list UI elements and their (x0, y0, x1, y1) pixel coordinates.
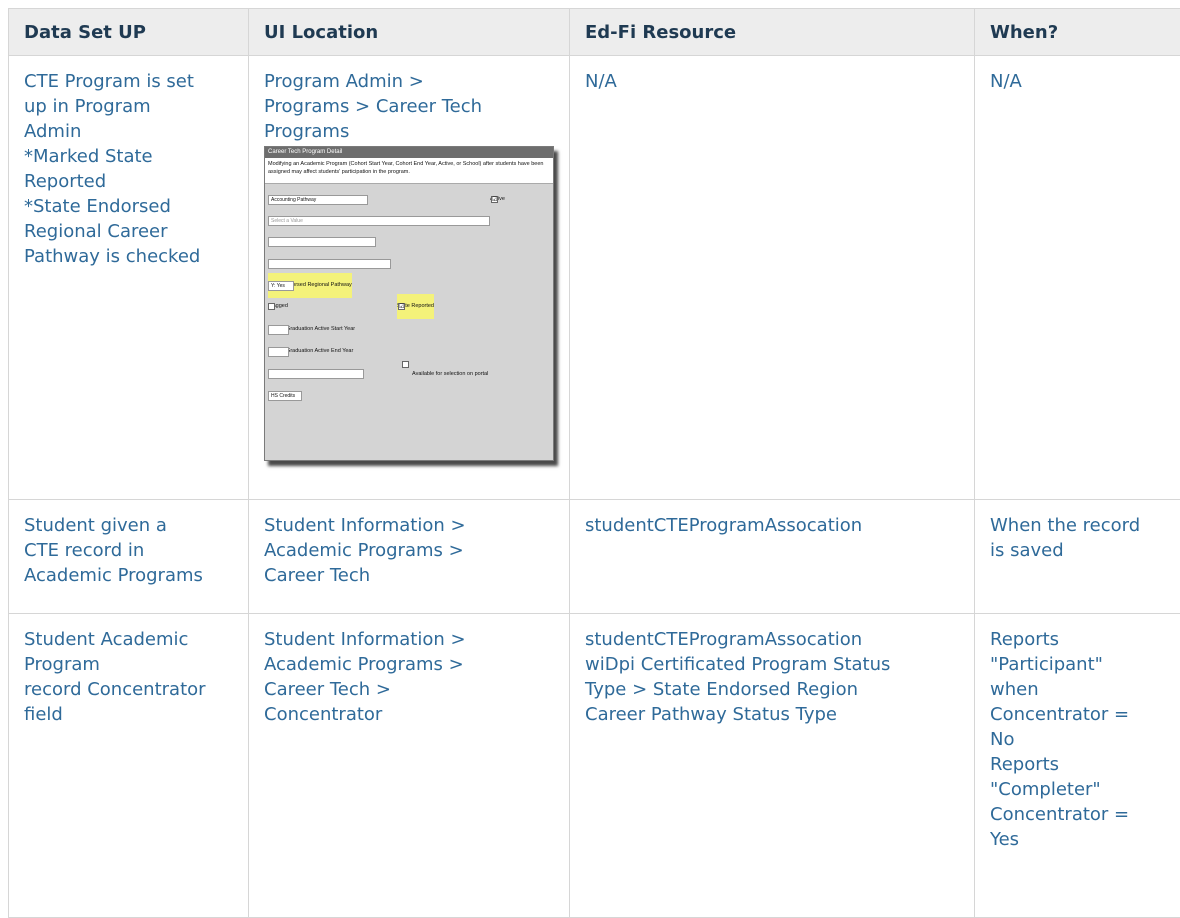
end-year-select[interactable] (268, 347, 289, 357)
active-checkbox[interactable]: ☑ (491, 196, 498, 203)
text-line: Type > State Endorsed Region (585, 677, 974, 702)
state-reported-checkbox[interactable]: ☑ (398, 303, 405, 310)
text-line: studentCTEProgramAssocation (585, 627, 974, 652)
cell-data-set-up: Student Academic Program record Concentr… (9, 614, 249, 918)
data-setup-table: Data Set UP UI Location Ed-Fi Resource W… (8, 8, 1180, 918)
text-line: Concentrator (264, 702, 569, 727)
text-line: Concentrator = (990, 702, 1180, 727)
text-line: N/A (990, 69, 1180, 94)
text-line: Admin (24, 119, 248, 144)
header-when: When? (975, 9, 1180, 56)
text-line: "Participant" (990, 652, 1180, 677)
text-line: Student Information > (264, 627, 569, 652)
text-line: when (990, 677, 1180, 702)
pathway-name-input[interactable]: Accounting Pathway (268, 195, 368, 205)
header-data-set-up: Data Set UP (9, 9, 249, 56)
text-line: Reported (24, 169, 248, 194)
cell-when: Reports "Participant" when Concentrator … (975, 614, 1180, 918)
text-line: Career Tech (264, 563, 569, 588)
cell-ui-location: Program Admin > Programs > Career Tech P… (249, 56, 570, 500)
cell-ui-location: Student Information > Academic Programs … (249, 500, 570, 614)
text-line: Academic Programs > (264, 652, 569, 677)
cell-when: When the record is saved (975, 500, 1180, 614)
state-code-select[interactable]: Select a Value (268, 216, 490, 226)
text-line: Student Information > (264, 513, 569, 538)
text-line: is saved (990, 538, 1180, 563)
text-line: wiDpi Certificated Program Status (585, 652, 974, 677)
cell-when: N/A (975, 56, 1180, 500)
text-line: Student given a (24, 513, 248, 538)
cell-data-set-up: Student given a CTE record in Academic P… (9, 500, 249, 614)
text-line: Pathway is checked (24, 244, 248, 269)
text-line: up in Program (24, 94, 248, 119)
text-line: Program Admin > (264, 69, 569, 94)
screenshot-title: Career Tech Program Detail (265, 147, 553, 158)
table-header-row: Data Set UP UI Location Ed-Fi Resource W… (9, 9, 1180, 56)
text-line: Program (24, 652, 248, 677)
text-line: *State Endorsed (24, 194, 248, 219)
text-line: "Completer" (990, 777, 1180, 802)
text-line: Yes (990, 827, 1180, 852)
text-line: CTE record in (24, 538, 248, 563)
cluster-select[interactable] (268, 237, 376, 247)
text-line: Career Pathway Status Type (585, 702, 974, 727)
header-edfi-resource: Ed-Fi Resource (570, 9, 975, 56)
text-line: field (24, 702, 248, 727)
cell-ui-location: Student Information > Academic Programs … (249, 614, 570, 918)
cell-edfi-resource: studentCTEProgramAssocation (570, 500, 975, 614)
text-line: Regional Career (24, 219, 248, 244)
flagged-checkbox[interactable] (268, 303, 275, 310)
table-row: Student Academic Program record Concentr… (9, 614, 1180, 918)
screenshot-note: Modifying an Academic Program (Cohort St… (265, 158, 553, 184)
portal-label: Available for selection on portal (412, 362, 488, 387)
portal-checkbox[interactable] (402, 361, 409, 368)
text-line: Reports (990, 752, 1180, 777)
text-line: Academic Programs (24, 563, 248, 588)
endorsed-select[interactable]: Y: Yes (268, 281, 294, 291)
noncourse-status-select[interactable] (268, 259, 391, 269)
text-line: CTE Program is set (24, 69, 248, 94)
table-row: CTE Program is set up in Program Admin *… (9, 56, 1180, 500)
text-line: Career Tech > (264, 677, 569, 702)
text-line: *Marked State (24, 144, 248, 169)
cell-edfi-resource: N/A (570, 56, 975, 500)
table-row: Student given a CTE record in Academic P… (9, 500, 1180, 614)
text-line: Student Academic (24, 627, 248, 652)
cell-edfi-resource: studentCTEProgramAssocation wiDpi Certif… (570, 614, 975, 918)
text-line: Concentrator = (990, 802, 1180, 827)
text-line: Programs > Career Tech (264, 94, 569, 119)
text-line: record Concentrator (24, 677, 248, 702)
text-line: N/A (585, 69, 974, 94)
text-line: No (990, 727, 1180, 752)
school-select[interactable] (268, 369, 364, 379)
header-ui-location: UI Location (249, 9, 570, 56)
text-line: Academic Programs > (264, 538, 569, 563)
text-line: studentCTEProgramAssocation (585, 513, 974, 538)
text-line: Reports (990, 627, 1180, 652)
start-year-select[interactable] (268, 325, 289, 335)
career-tech-program-detail-screenshot: Career Tech Program Detail Modifying an … (264, 146, 554, 461)
credit-group-select[interactable]: HS Credits (268, 391, 302, 401)
cell-data-set-up: CTE Program is set up in Program Admin *… (9, 56, 249, 500)
text-line: When the record (990, 513, 1180, 538)
text-line: Programs (264, 119, 569, 144)
